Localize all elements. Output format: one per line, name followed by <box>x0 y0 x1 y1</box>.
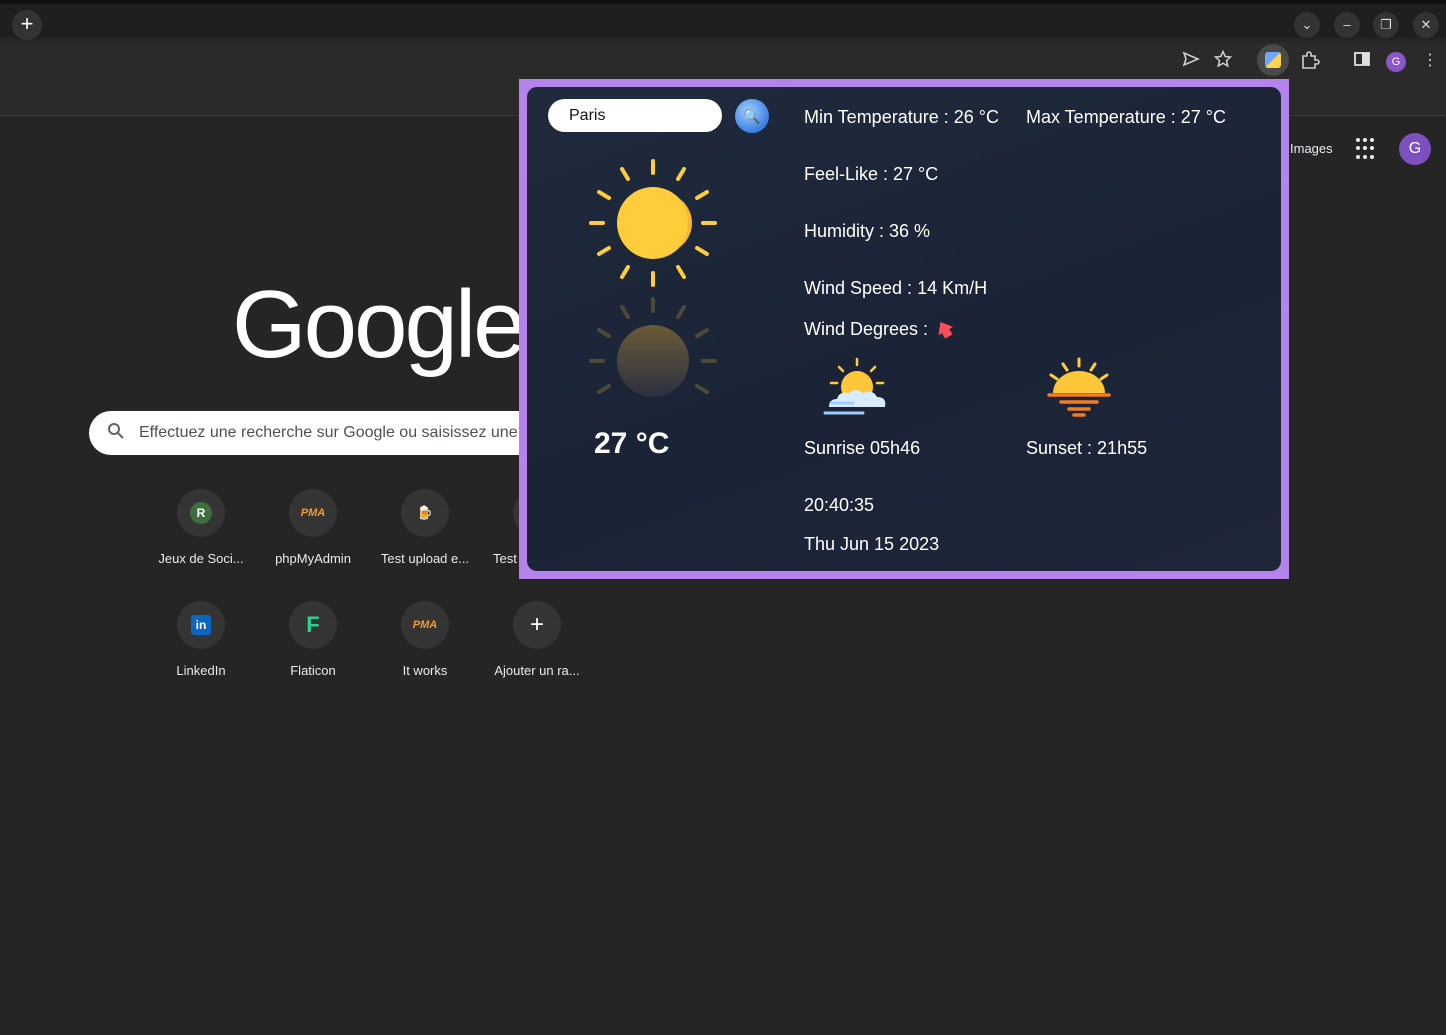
current-temperature: 27 °C <box>594 427 670 460</box>
phpmyadmin-icon: PMA <box>412 619 438 631</box>
shortcut-label: LinkedIn <box>176 663 226 678</box>
min-temperature: Min Temperature : 26 °C <box>804 107 999 127</box>
sunset-time: Sunset : 21h55 <box>1026 438 1148 458</box>
feels-like: Feel-Like : 27 °C <box>804 164 939 184</box>
google-search-input[interactable] <box>139 411 539 455</box>
shortcut-favicon: R <box>190 502 212 524</box>
shortcut-flaticon[interactable]: F Flaticon <box>257 601 369 678</box>
google-apps-icon[interactable] <box>1356 138 1378 160</box>
search-icon: 🔍 <box>743 107 761 124</box>
max-temperature: Max Temperature : 27 °C <box>1026 107 1226 127</box>
close-window-button[interactable]: ✕ <box>1413 12 1439 38</box>
shortcut-test-upload[interactable]: 🍺 Test upload e... <box>369 489 481 566</box>
kebab-menu-icon[interactable]: ⋮ <box>1419 50 1441 72</box>
wind-direction-arrow-icon: 🡅 <box>931 316 958 343</box>
sun-weather-icon <box>589 159 717 287</box>
profile-avatar[interactable]: G <box>1386 52 1406 72</box>
shortcut-label: Test upload e... <box>380 551 470 566</box>
tab-strip: + ⌄ – ❐ ✕ <box>0 0 1446 40</box>
linkedin-icon: in <box>191 615 211 635</box>
sunrise-icon <box>823 357 886 415</box>
sunrise-time: Sunrise 05h46 <box>804 438 921 458</box>
current-time: 20:40:35 <box>804 495 875 515</box>
shortcut-label: phpMyAdmin <box>275 551 351 566</box>
shortcut-label: Test <box>493 551 517 566</box>
city-search-input[interactable] <box>548 99 722 132</box>
new-tab-button[interactable]: + <box>12 10 42 40</box>
restore-button[interactable]: ❐ <box>1373 12 1399 38</box>
bookmark-star-icon[interactable] <box>1212 49 1234 72</box>
browser-toolbar: G ⋮ <box>0 42 1446 78</box>
extensions-puzzle-icon[interactable] <box>1299 50 1321 72</box>
shortcut-it-works[interactable]: PMA It works <box>369 601 481 678</box>
minimize-button[interactable]: – <box>1334 12 1360 38</box>
weather-panel: 🔍 <box>527 87 1281 571</box>
shortcut-label: Jeux de Soci... <box>158 551 244 566</box>
search-icon <box>107 422 127 442</box>
wind-speed: Wind Speed : 14 Km/H <box>804 278 988 298</box>
plus-icon: + <box>513 601 561 649</box>
google-account-avatar[interactable]: G <box>1399 133 1431 165</box>
shortcut-add[interactable]: + Ajouter un ra... <box>481 601 593 678</box>
humidity: Humidity : 36 % <box>804 221 931 241</box>
shortcut-label: Ajouter un ra... <box>494 663 580 678</box>
shortcut-linkedin[interactable]: in LinkedIn <box>145 601 257 678</box>
shortcut-jeux-de-societe[interactable]: R Jeux de Soci... <box>145 489 257 566</box>
google-logo: Google <box>232 271 527 378</box>
shortcut-test[interactable]: Test <box>481 489 519 566</box>
flaticon-icon: F <box>306 612 320 637</box>
beer-icon: 🍺 <box>416 505 434 520</box>
google-search-box[interactable] <box>89 411 549 455</box>
shortcut-label: It works <box>402 663 448 678</box>
weather-extension-icon[interactable] <box>1257 44 1289 76</box>
phpmyadmin-icon: PMA <box>300 507 326 519</box>
city-search-button[interactable]: 🔍 <box>735 99 769 133</box>
tab-search-button[interactable]: ⌄ <box>1294 12 1320 38</box>
sunset-icon <box>1047 357 1111 417</box>
side-panel-icon[interactable] <box>1351 50 1373 72</box>
weather-extension-popup: 🔍 <box>519 79 1289 579</box>
images-link[interactable]: Images <box>1290 141 1333 156</box>
shortcut-phpmyadmin[interactable]: PMA phpMyAdmin <box>257 489 369 566</box>
wind-degrees-label: Wind Degrees : <box>804 319 929 339</box>
send-icon[interactable] <box>1180 50 1202 72</box>
current-date: Thu Jun 15 2023 <box>804 534 940 554</box>
shortcut-label: Flaticon <box>290 663 336 678</box>
sun-reflection-icon <box>589 297 717 397</box>
wind-degrees: Wind Degrees : 🡅 <box>804 316 958 347</box>
